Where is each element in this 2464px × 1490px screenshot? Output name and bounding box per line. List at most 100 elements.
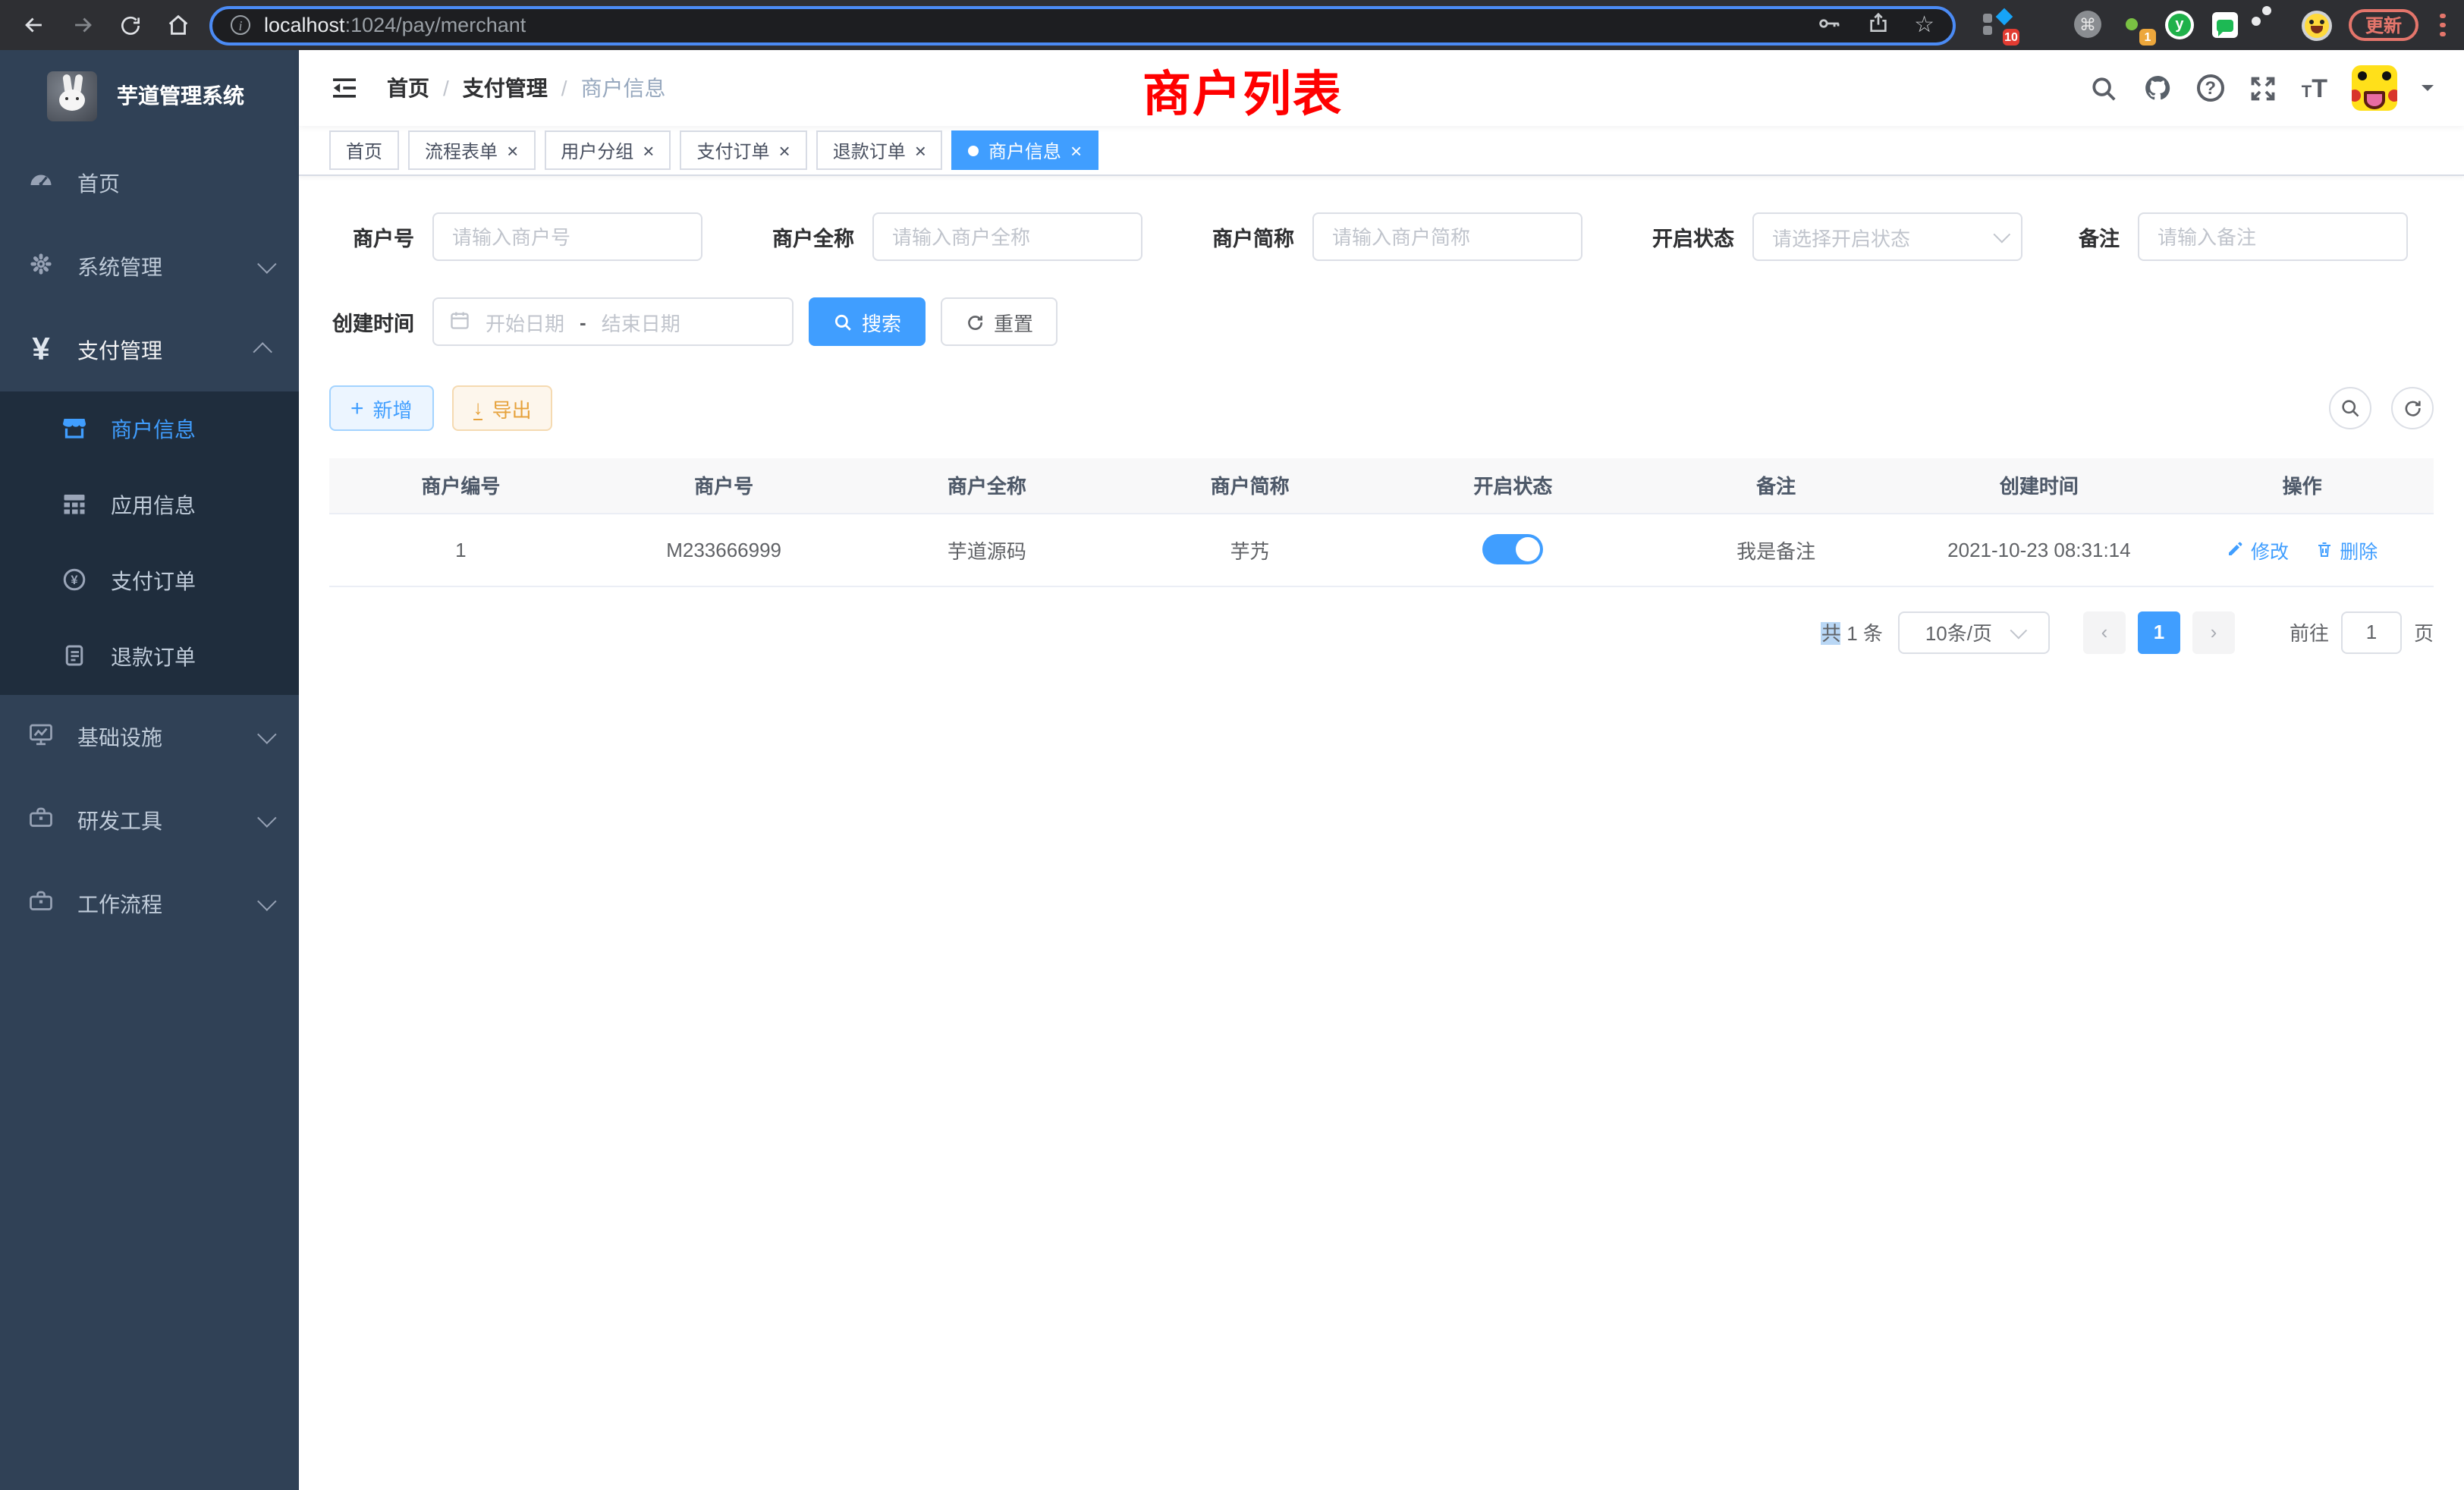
- sidebar-item-home[interactable]: 首页: [0, 141, 299, 225]
- github-icon[interactable]: [2142, 73, 2173, 103]
- refresh-button[interactable]: [2391, 387, 2434, 429]
- url-text[interactable]: localhost:1024/pay/merchant: [264, 14, 1802, 36]
- extension-puzzle-icon[interactable]: [2256, 11, 2285, 39]
- app-title: 芋道管理系统: [117, 80, 244, 111]
- toolbox-icon: [27, 888, 55, 919]
- browser-toolbar: i localhost:1024/pay/merchant ☆ 10 ⌘ 1 y: [0, 0, 2464, 50]
- tab-user-group[interactable]: 用户分组×: [544, 130, 671, 170]
- user-avatar[interactable]: [2352, 65, 2397, 111]
- home-icon[interactable]: [165, 12, 191, 38]
- page-1-button[interactable]: 1: [2138, 611, 2180, 653]
- extension-grid-icon[interactable]: 10: [1983, 11, 2012, 39]
- main-area: 首页 / 支付管理 / 商户信息 商户列表 ? TT: [299, 50, 2464, 1490]
- remark-input[interactable]: [2138, 212, 2408, 261]
- screen: i localhost:1024/pay/merchant ☆ 10 ⌘ 1 y: [0, 0, 2464, 1490]
- goto-page-input[interactable]: [2341, 611, 2402, 653]
- app-logo[interactable]: 芋道管理系统: [0, 50, 299, 141]
- browser-profile-avatar[interactable]: [2302, 10, 2332, 40]
- add-button[interactable]: +新增: [329, 385, 434, 431]
- browser-nav-buttons: [12, 12, 200, 38]
- sidebar-item-workflow[interactable]: 工作流程: [0, 862, 299, 945]
- sidebar-item-refund-order[interactable]: 退款订单: [0, 619, 299, 695]
- reload-icon[interactable]: [118, 13, 143, 37]
- table-header-row: 商户编号 商户号 商户全称 商户简称 开启状态 备注 创建时间 操作: [329, 458, 2434, 513]
- extension-chat-icon[interactable]: [2211, 11, 2239, 39]
- sidebar-item-app-info[interactable]: 应用信息: [0, 467, 299, 543]
- extension-y-icon[interactable]: y: [2165, 11, 2194, 39]
- reset-button[interactable]: 重置: [941, 297, 1058, 346]
- browser-menu-icon[interactable]: [2440, 14, 2446, 36]
- sidebar-item-dev-tools[interactable]: 研发工具: [0, 778, 299, 862]
- password-key-icon[interactable]: [1815, 10, 1841, 40]
- close-icon[interactable]: ×: [643, 140, 654, 160]
- breadcrumb-home[interactable]: 首页: [387, 73, 429, 103]
- annotation-title: 商户列表: [1142, 56, 1343, 126]
- col-full-name: 商户全称: [856, 458, 1119, 513]
- monitor-icon: [27, 721, 55, 753]
- browser-update-button[interactable]: 更新: [2349, 9, 2418, 41]
- search-icon[interactable]: [2089, 74, 2118, 102]
- document-icon: [61, 641, 88, 673]
- tab-home[interactable]: 首页: [329, 130, 399, 170]
- show-search-toggle-button[interactable]: [2329, 387, 2371, 429]
- close-icon[interactable]: ×: [915, 140, 926, 160]
- status-toggle[interactable]: [1482, 534, 1543, 564]
- full-name-input[interactable]: [872, 212, 1142, 261]
- create-time-range-picker[interactable]: 开始日期 - 结束日期: [432, 297, 794, 346]
- tab-merchant-info[interactable]: 商户信息×: [952, 130, 1098, 170]
- sidebar-item-merchant-info[interactable]: 商户信息: [0, 391, 299, 467]
- bookmark-star-icon[interactable]: ☆: [1914, 14, 1934, 36]
- page-size-select[interactable]: 10条/页: [1898, 611, 2050, 653]
- tab-process-form[interactable]: 流程表单×: [408, 130, 535, 170]
- extension-gem-icon[interactable]: [2029, 11, 2057, 39]
- forward-icon[interactable]: [70, 12, 96, 38]
- breadcrumb-separator: /: [561, 76, 567, 100]
- cell-full-name: 芋道源码: [856, 513, 1119, 586]
- active-dot-icon: [969, 145, 979, 156]
- breadcrumb-payment[interactable]: 支付管理: [463, 73, 548, 103]
- search-button[interactable]: 搜索: [809, 297, 926, 346]
- sidebar-item-system[interactable]: 系统管理: [0, 225, 299, 308]
- share-icon[interactable]: [1865, 11, 1890, 39]
- short-name-input[interactable]: [1312, 212, 1582, 261]
- dashboard-icon: [27, 167, 55, 199]
- close-icon[interactable]: ×: [779, 140, 790, 160]
- pagination: 共 1 条 10条/页 ‹ 1 › 前往 页: [329, 611, 2434, 653]
- svg-text:¥: ¥: [71, 573, 78, 586]
- site-info-icon[interactable]: i: [231, 15, 250, 35]
- shop-icon: [61, 413, 88, 445]
- merchant-no-input[interactable]: [432, 212, 702, 261]
- sidebar-collapse-icon[interactable]: [329, 73, 360, 103]
- navbar-actions: ? TT: [2089, 65, 2434, 111]
- tab-pay-order[interactable]: 支付订单×: [680, 130, 806, 170]
- avatar-caret-icon[interactable]: [2422, 85, 2434, 97]
- status-select[interactable]: 请选择开启状态: [1752, 212, 2022, 261]
- sidebar: 芋道管理系统 首页 系统管理 ¥ 支付管理: [0, 50, 299, 1490]
- help-icon[interactable]: ?: [2197, 74, 2224, 102]
- address-bar[interactable]: i localhost:1024/pay/merchant ☆: [209, 5, 1956, 45]
- tag-views-bar: 首页 流程表单× 用户分组× 支付订单× 退款订单× 商户信息×: [299, 126, 2464, 176]
- edit-link[interactable]: 修改: [2227, 535, 2289, 564]
- font-size-icon[interactable]: TT: [2302, 75, 2327, 101]
- extension-command-icon[interactable]: ⌘: [2074, 11, 2103, 39]
- sidebar-item-payment[interactable]: ¥ 支付管理: [0, 308, 299, 391]
- end-date-placeholder: 结束日期: [602, 307, 680, 336]
- back-icon[interactable]: [21, 12, 47, 38]
- browser-extensions: 10 ⌘ 1 y 更新: [1965, 9, 2452, 41]
- export-button[interactable]: ↓导出: [452, 385, 553, 431]
- next-page-button[interactable]: ›: [2192, 611, 2235, 653]
- col-remark: 备注: [1645, 458, 1908, 513]
- extension-blob-icon[interactable]: 1: [2120, 11, 2148, 39]
- sidebar-item-infrastructure[interactable]: 基础设施: [0, 695, 299, 778]
- fullscreen-icon[interactable]: [2249, 74, 2277, 102]
- prev-page-button[interactable]: ‹: [2083, 611, 2126, 653]
- payment-submenu: 商户信息 应用信息 ¥ 支付订单 退款订单: [0, 391, 299, 695]
- cell-merchant-id: 1: [329, 513, 592, 586]
- sidebar-item-pay-order[interactable]: ¥ 支付订单: [0, 543, 299, 619]
- merchant-table: 商户编号 商户号 商户全称 商户简称 开启状态 备注 创建时间 操作 1: [329, 458, 2434, 586]
- close-icon[interactable]: ×: [507, 140, 518, 160]
- close-icon[interactable]: ×: [1070, 140, 1082, 160]
- chevron-down-icon: [257, 808, 276, 827]
- tab-refund-order[interactable]: 退款订单×: [816, 130, 943, 170]
- delete-link[interactable]: 删除: [2315, 535, 2378, 564]
